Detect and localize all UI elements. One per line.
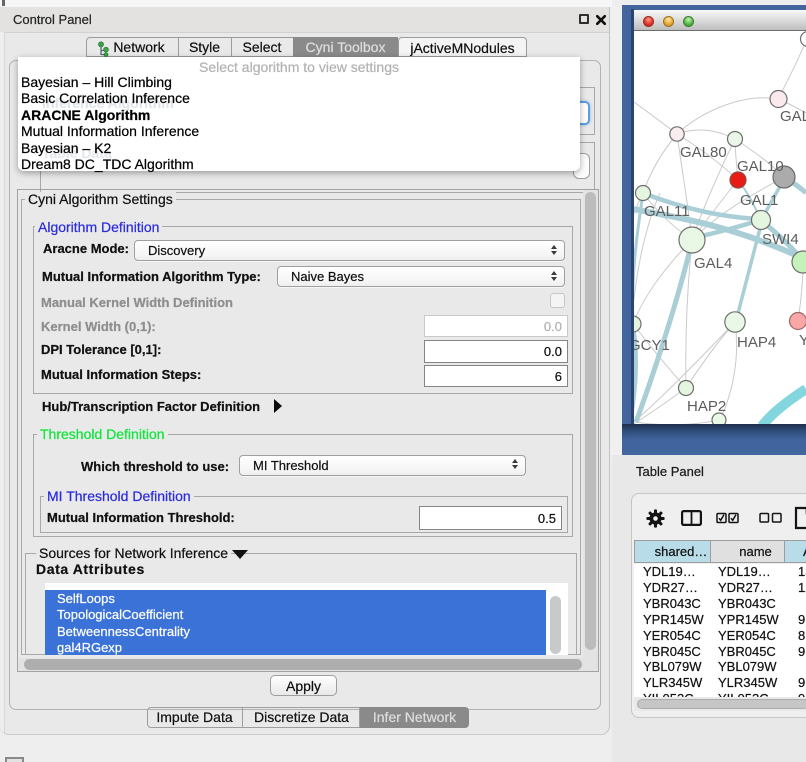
svg-text:GAL10: GAL10 xyxy=(737,158,784,175)
svg-text:HAP2: HAP2 xyxy=(687,398,726,415)
svg-text:SWI4: SWI4 xyxy=(762,231,799,248)
svg-text:HAP4: HAP4 xyxy=(737,334,776,351)
svg-text:GAL1: GAL1 xyxy=(740,192,778,209)
svg-text:GAL11: GAL11 xyxy=(644,203,690,220)
svg-text:GAL80: GAL80 xyxy=(680,144,727,161)
svg-text:GCY1: GCY1 xyxy=(634,337,670,354)
svg-text:Y: Y xyxy=(799,332,806,349)
svg-text:GAL7: GAL7 xyxy=(780,108,806,125)
svg-text:GAL4: GAL4 xyxy=(694,255,732,272)
